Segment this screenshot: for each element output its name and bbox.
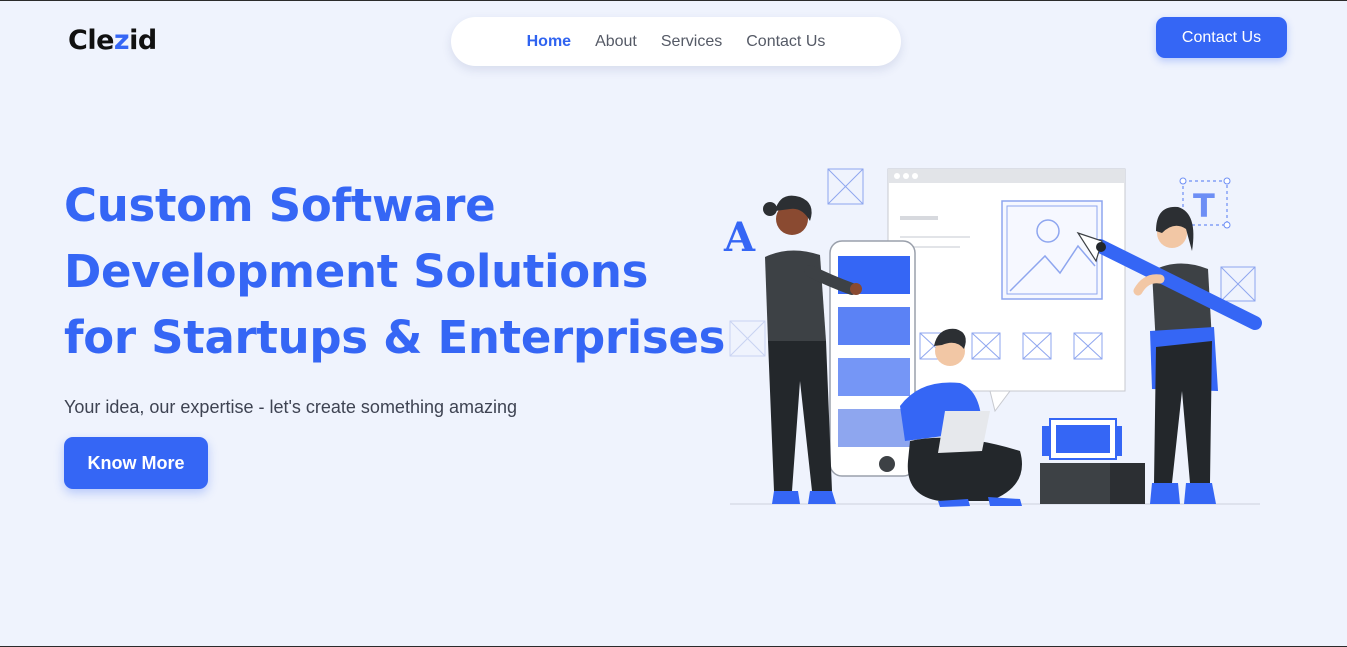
wireframe-box-icon [827, 168, 864, 205]
brand-name-accent: z [113, 25, 130, 56]
contact-us-button[interactable]: Contact Us [1156, 17, 1287, 58]
team-working-illustration: A T [723, 168, 1262, 507]
wireframe-box-icon [729, 320, 766, 357]
hero-title-line-1: Custom Software [64, 179, 496, 232]
main-nav: Home About Services Contact Us [451, 17, 901, 66]
brand-name-start: Cle [68, 25, 114, 56]
letter-t-icon: T [1193, 187, 1215, 225]
hero-title-line-2: Development Solutions [64, 245, 649, 298]
nav-item-services[interactable]: Services [661, 33, 722, 51]
wireframe-box-icon [1220, 266, 1256, 302]
brand-logo[interactable]: Clezid [68, 25, 157, 56]
hero-title: Custom Software Development Solutions fo… [64, 173, 726, 371]
know-more-button[interactable]: Know More [64, 437, 208, 489]
letter-a-icon: A [723, 214, 756, 261]
brand-name-end: id [129, 25, 157, 56]
hero-title-line-3: for Startups & Enterprises [64, 311, 726, 364]
nav-item-contact[interactable]: Contact Us [746, 33, 825, 51]
photo-box [1040, 418, 1145, 504]
browser-window [887, 168, 1126, 413]
mobile-phone [829, 240, 916, 477]
hero-tagline: Your idea, our expertise - let's create … [64, 397, 518, 417]
nav-item-about[interactable]: About [595, 33, 637, 51]
nav-item-home[interactable]: Home [527, 33, 571, 51]
